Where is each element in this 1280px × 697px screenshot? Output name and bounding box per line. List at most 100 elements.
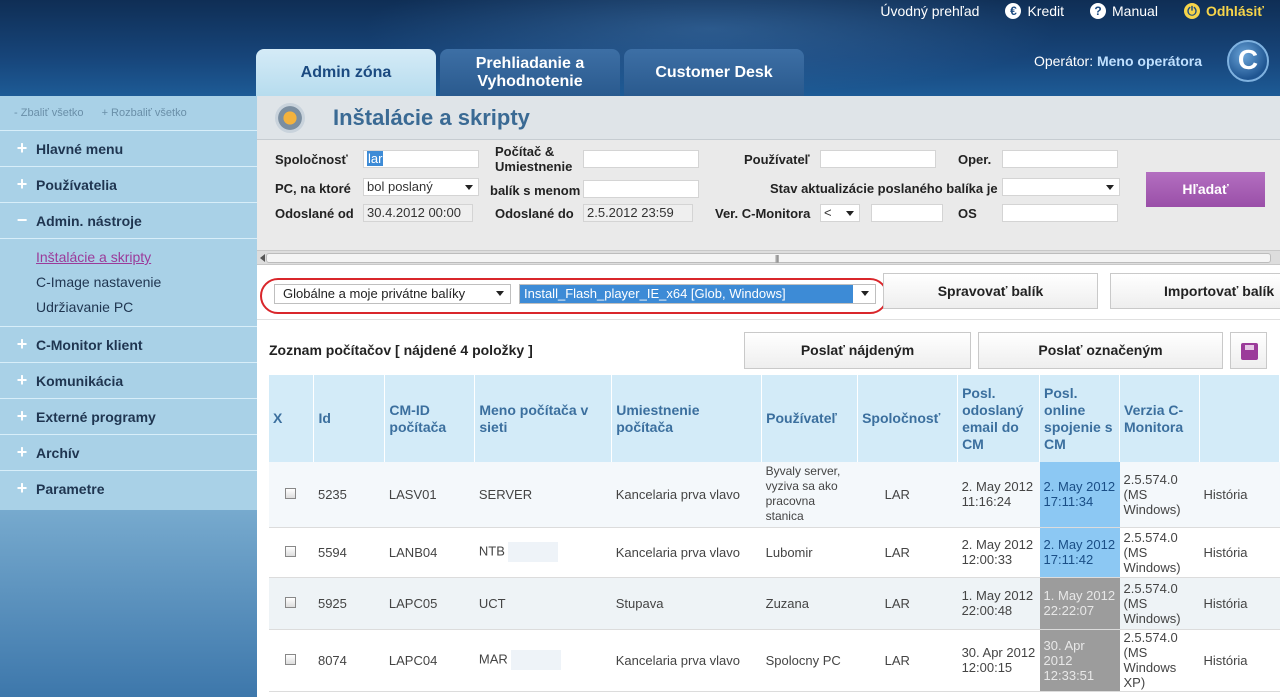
pkg-name-input[interactable] [583,180,699,198]
sidebar-item-external-programs[interactable]: + Externé programy [0,398,257,434]
sidebar-item-communication[interactable]: + Komunikácia [0,362,257,398]
sidebar-item-archive[interactable]: + Archív [0,434,257,470]
scroll-left-icon[interactable] [260,254,265,262]
plus-icon: + [16,138,28,158]
logout-link[interactable]: ⏻ Odhlásiť [1183,3,1264,19]
column-header-cm-version[interactable]: Verzia C-Monitora [1119,375,1200,462]
top-navigation: Úvodný prehľad € Kredit ? Manual ⏻ Odhlásiť [880,0,1264,22]
company-label: Spoločnosť [275,152,348,167]
save-disk-icon [1241,343,1258,360]
minus-icon: − [16,210,28,230]
plus-icon: + [16,370,28,390]
os-label: OS [958,206,977,221]
page-titlebar: Inštalácie a skripty [257,96,1280,140]
tab-browse-evaluate[interactable]: Prehliadanie a Vyhodnotenie [440,49,620,96]
manage-package-button[interactable]: Spravovať balík [883,273,1098,309]
computer-table: X Id CM-ID počítača Meno počítača v siet… [269,375,1280,692]
sent-from-input[interactable]: 30.4.2012 00:00 [363,204,473,222]
plus-icon: + [16,334,28,354]
c-monitor-logo: C [1227,40,1269,82]
tab-customer-desk[interactable]: Customer Desk [624,49,804,96]
table-row[interactable]: 5235 LASV01 SERVER Kancelaria prva vlavo… [269,462,1280,528]
pc-which-label: PC, na ktoré [275,181,351,196]
update-state-select[interactable] [1002,178,1120,196]
column-header-x[interactable]: X [269,375,315,462]
power-icon: ⏻ [1183,3,1200,19]
sidebar-item-users[interactable]: + Používatelia [0,166,257,202]
plus-icon: + [16,442,28,462]
filter-panel: Spoločnosť lar Počítač & Umiestnenie Pou… [257,140,1280,250]
column-header-last-email[interactable]: Posl. odoslaný email do CM [957,375,1041,462]
column-header-cm-id[interactable]: CM-ID počítača [384,375,476,462]
sidebar-item-parameters[interactable]: + Parametre [0,470,257,506]
os-input[interactable] [1002,204,1118,222]
submenu-installations-scripts[interactable]: Inštalácie a skripty [36,245,257,270]
sidebar-item-c-monitor-client[interactable]: + C-Monitor klient [0,326,257,362]
sidebar-item-main-menu[interactable]: + Hlavné menu [0,130,257,166]
row-checkbox[interactable] [285,596,296,608]
tab-admin-zone[interactable]: Admin zóna [256,49,436,96]
row-checkbox[interactable] [285,653,296,665]
sidebar: - Zbaliť všetko + Rozbaliť všetko + Hlavn… [0,96,257,697]
table-row[interactable]: 8074 LAPC04 MAR Kancelaria prva vlavo Sp… [269,629,1280,692]
history-link[interactable]: História [1199,462,1280,528]
gear-icon [275,102,305,133]
chevron-down-icon [465,185,473,190]
submenu-c-image-settings[interactable]: C-Image nastavenie [36,270,257,295]
cm-version-input[interactable] [871,204,943,222]
plus-icon: + [16,174,28,194]
table-row[interactable]: 5925 LAPC05 UCT Stupava Zuzana LAR 1. Ma… [269,577,1280,630]
chevron-down-icon [496,291,504,296]
admin-tools-submenu: Inštalácie a skripty C-Image nastavenie … [0,238,257,326]
history-link[interactable]: História [1199,577,1280,630]
user-input[interactable] [820,150,936,168]
column-header-last-online[interactable]: Posl. online spojenie s CM [1039,375,1120,462]
cm-version-operator-select[interactable]: < [820,204,860,222]
scrollbar-thumb[interactable]: ||| [266,253,1271,263]
export-button[interactable] [1230,332,1267,369]
submenu-pc-maintenance[interactable]: Udržiavanie PC [36,295,257,320]
import-package-button[interactable]: Importovať balík [1110,273,1280,309]
collapse-all-link[interactable]: - Zbaliť všetko [14,107,84,119]
package-select[interactable]: Install_Flash_player_IE_x64 [Glob, Windo… [519,284,876,304]
send-marked-button[interactable]: Poslať označeným [978,332,1223,369]
euro-icon: € [1005,3,1022,19]
oper-input[interactable] [1002,150,1118,168]
search-button[interactable]: Hľadať [1146,172,1265,207]
main-tabs: Admin zóna Prehliadanie a Vyhodnotenie C… [256,49,804,96]
column-header-location[interactable]: Umiestnenie počítača [611,375,763,462]
operator-name[interactable]: Meno operátora [1097,53,1202,69]
manual-link[interactable]: ? Manual [1090,3,1158,19]
company-input[interactable]: lar [363,150,479,168]
page-title: Inštalácie a skripty [333,104,530,130]
credit-link[interactable]: € Kredit [1005,3,1064,19]
chevron-down-icon [861,291,869,296]
operator-info: Operátor: Meno operátora [1033,53,1202,69]
send-found-button[interactable]: Poslať nájdeným [744,332,971,369]
chevron-down-icon [846,211,854,216]
table-header-row: X Id CM-ID počítača Meno počítača v siet… [269,375,1280,462]
sent-to-label: Odoslané do [495,206,574,221]
package-scope-select[interactable]: Globálne a moje privátne balíky [274,284,511,304]
help-icon: ? [1090,3,1107,19]
row-checkbox[interactable] [285,487,296,499]
expand-all-link[interactable]: + Rozbaliť všetko [102,107,187,119]
history-link[interactable]: História [1199,527,1280,578]
column-header-id[interactable]: Id [313,375,386,462]
history-link[interactable]: História [1199,629,1280,692]
row-checkbox[interactable] [285,545,296,557]
cm-version-label: Ver. C-Monitora [715,206,811,221]
sent-to-input[interactable]: 2.5.2012 23:59 [583,204,693,222]
sidebar-toggle-row: - Zbaliť všetko + Rozbaliť všetko [0,96,257,130]
table-row[interactable]: 5594 LANB04 NTB Kancelaria prva vlavo Lu… [269,527,1280,578]
horizontal-scrollbar[interactable]: ||| [257,250,1280,265]
pc-which-select[interactable]: bol poslaný [363,178,479,196]
redacted-area [511,650,562,670]
column-header-pc-name[interactable]: Meno počítača v sieti [474,375,613,462]
sidebar-footer [0,510,257,697]
column-header-user[interactable]: Používateľ [761,375,859,462]
overview-link[interactable]: Úvodný prehľad [880,3,979,19]
sidebar-item-admin-tools[interactable]: − Admin. nástroje [0,202,257,238]
column-header-company[interactable]: Spoločnosť [857,375,959,462]
pc-location-input[interactable] [583,150,699,168]
